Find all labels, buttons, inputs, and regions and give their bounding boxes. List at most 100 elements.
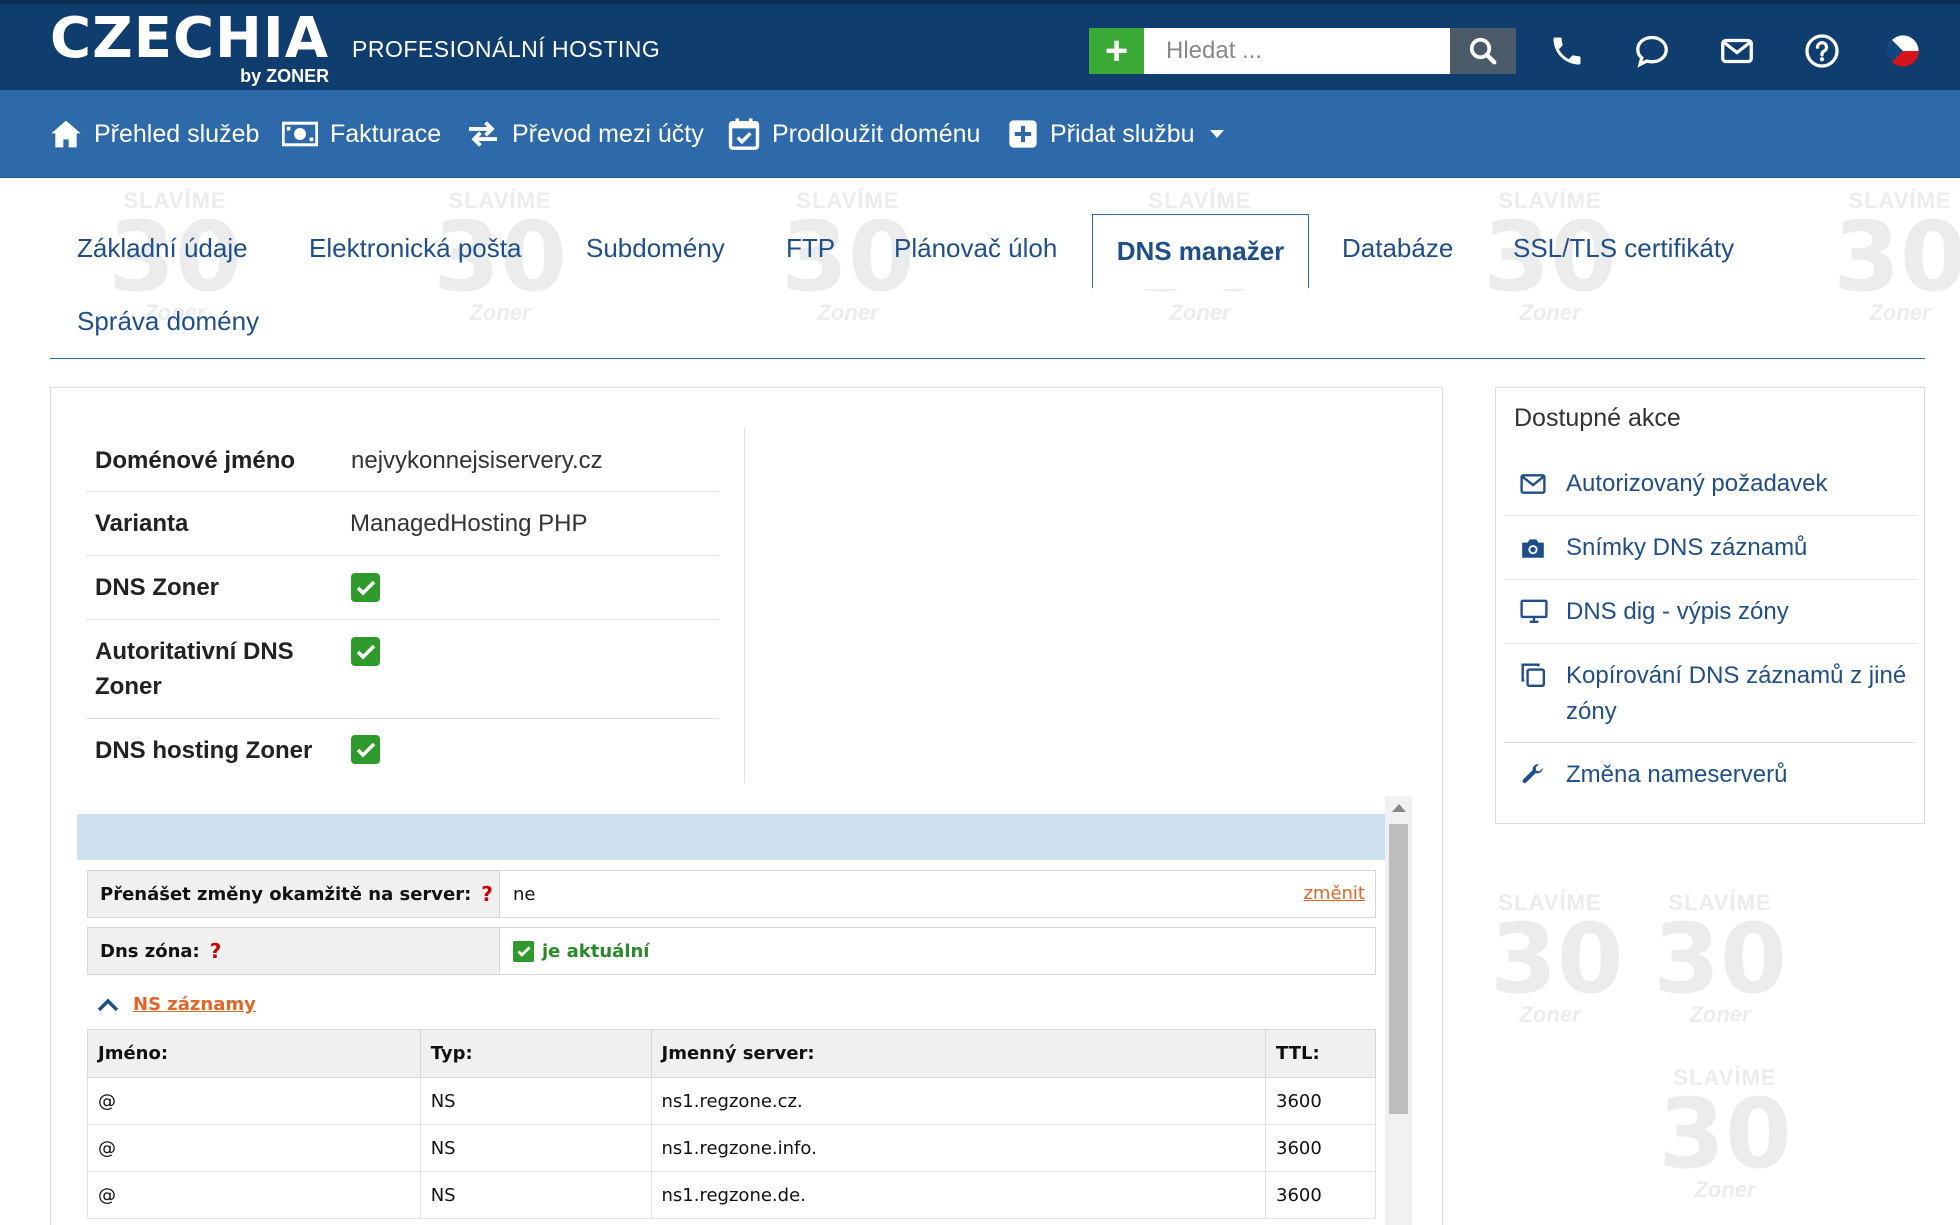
variant-label: Varianta (95, 510, 189, 537)
domain-name-value: nejvykonnejsiservery.cz (351, 447, 603, 474)
watermark: SLAVÍME30Zoner (1653, 890, 1787, 1027)
cell-name: @ (87, 1077, 421, 1125)
nav-item-billing[interactable]: Fakturace (282, 90, 441, 178)
search-input[interactable] (1144, 28, 1450, 74)
check-icon (351, 573, 380, 602)
add-button[interactable]: + (1089, 28, 1144, 74)
actions-title: Dostupné akce (1514, 404, 1681, 432)
search-button[interactable] (1450, 28, 1516, 74)
action-change-nameservers[interactable]: Změna nameserverů (1504, 743, 1916, 807)
cell-nameserver: ns1.regzone.cz. (650, 1077, 1267, 1125)
info-row-dns-zoner: DNS Zoner (86, 556, 719, 620)
mail-icon[interactable] (1716, 30, 1758, 72)
authoritative-dns-label-line1: Autoritativní DNS (95, 638, 294, 665)
nav-item-label: Prodloužit doménu (772, 119, 981, 148)
check-icon (513, 940, 534, 962)
chat-icon[interactable] (1631, 30, 1673, 72)
help-icon[interactable] (1801, 30, 1843, 72)
chevron-up-icon (97, 998, 119, 1011)
frame-header-band (77, 814, 1385, 860)
search-icon (1469, 37, 1497, 65)
cell-nameserver: ns1.regzone.de. (650, 1171, 1267, 1219)
envelope-icon (1520, 470, 1546, 505)
info-row-domain: Doménové jméno nejvykonnejsiservery.cz (86, 428, 719, 492)
check-icon (351, 637, 380, 666)
cell-name: @ (87, 1124, 421, 1172)
tab-databases[interactable]: Databáze (1342, 233, 1453, 264)
monitor-icon (1520, 598, 1548, 633)
cell-type: NS (419, 1124, 652, 1172)
nav-item-label: Fakturace (330, 119, 442, 148)
watermark: SLAVÍME30Zoner (1658, 1065, 1792, 1202)
nav-item-add-service[interactable]: Přidat službu (1008, 90, 1225, 178)
help-question-icon[interactable]: ? (210, 939, 222, 963)
phone-icon[interactable] (1546, 30, 1588, 72)
action-authorized-request[interactable]: Autorizovaný požadavek (1504, 452, 1916, 516)
plus-square-icon (1009, 120, 1037, 148)
tab-basic-info[interactable]: Základní údaje (77, 233, 248, 264)
info-row-variant: Varianta ManagedHosting PHP (86, 492, 719, 556)
cell-ttl: 3600 (1265, 1171, 1376, 1219)
tabs-divider (50, 358, 1925, 359)
action-dns-snapshots[interactable]: Snímky DNS záznamů (1504, 516, 1916, 580)
wrench-icon (1520, 761, 1546, 797)
domain-name-label: Doménové jméno (95, 447, 296, 474)
frame-scrollbar[interactable] (1385, 796, 1412, 1225)
table-row: @ NS ns1.regzone.de. 3600 (87, 1171, 1376, 1219)
column-header: Jmenný server: (650, 1029, 1267, 1078)
nav-item-transfer[interactable]: Převod mezi účty (466, 90, 704, 178)
tab-email[interactable]: Elektronická pošta (309, 233, 521, 264)
cell-ttl: 3600 (1265, 1124, 1376, 1172)
column-header: TTL: (1265, 1029, 1376, 1078)
table-header-row: Jméno: Typ: Jmenný server: TTL: (87, 1029, 1376, 1078)
check-icon (351, 735, 380, 764)
transfer-changes-row: Přenášet změny okamžitě na server:? ne z… (87, 870, 1376, 918)
dns-zone-label: Dns zóna:? (88, 928, 500, 974)
ns-records-link[interactable]: NS záznamy (133, 994, 256, 1015)
tab-subdomains[interactable]: Subdomény (586, 233, 725, 264)
ns-records-toggle[interactable]: NS záznamy (97, 994, 256, 1015)
czech-flag-icon[interactable] (1882, 30, 1924, 72)
nav-item-renew-domain[interactable]: Prodloužit doménu (728, 90, 980, 178)
nav-item-services[interactable]: Přehled služeb (50, 90, 259, 178)
logo-text: CZECHIA (50, 6, 330, 71)
tab-scheduler[interactable]: Plánovač úloh (894, 233, 1057, 264)
logo[interactable]: CZECHIA by ZONER (50, 6, 330, 87)
dns-zoner-label: DNS Zoner (95, 574, 220, 601)
info-row-authoritative-dns: Autoritativní DNS Zoner (86, 620, 719, 719)
table-row: @ NS ns1.regzone.cz. 3600 (87, 1077, 1376, 1125)
caret-down-icon (1209, 130, 1224, 138)
billing-icon (282, 121, 318, 147)
table-row: @ NS ns1.regzone.info. 3600 (87, 1124, 1376, 1172)
watermark: SLAVÍME30Zoner (1490, 890, 1624, 1027)
main-nav: Přehled služeb Fakturace Převod mezi účt… (0, 90, 1960, 178)
info-row-dns-hosting: DNS hosting Zoner (86, 719, 719, 783)
calendar-check-icon (728, 118, 760, 150)
nav-item-label: Přehled služeb (94, 119, 260, 148)
tab-ftp[interactable]: FTP (786, 233, 835, 264)
tab-ssl-tls[interactable]: SSL/TLS certifikáty (1513, 233, 1734, 264)
tab-dns-manager[interactable]: DNS manažer (1092, 214, 1309, 289)
tagline: PROFESIONÁLNÍ HOSTING (352, 36, 661, 62)
nav-item-label: Přidat službu (1050, 119, 1195, 148)
tab-domain-management[interactable]: Správa domény (77, 306, 259, 337)
camera-icon (1520, 534, 1546, 569)
transfer-changes-value: ne (513, 883, 536, 905)
action-copy-dns-records[interactable]: Kopírování DNS záznamů z jiné zóny (1504, 644, 1916, 743)
action-dns-dig[interactable]: DNS dig - výpis zóny (1504, 580, 1916, 644)
available-actions-panel: Dostupné akce Autorizovaný požadavek Sní… (1495, 387, 1925, 824)
column-header: Jméno: (87, 1029, 421, 1078)
dns-zone-status: je aktuální (513, 928, 649, 974)
dns-manager-frame[interactable]: Přenášet změny okamžitě na server:? ne z… (77, 796, 1412, 1225)
cell-ttl: 3600 (1265, 1077, 1376, 1125)
change-link[interactable]: změnit (1303, 883, 1365, 904)
home-icon (51, 120, 81, 148)
scroll-up-arrow[interactable] (1392, 804, 1406, 812)
scroll-thumb[interactable] (1389, 824, 1408, 1114)
column-header: Typ: (419, 1029, 652, 1078)
logo-subtext: by ZONER (240, 66, 330, 86)
dns-hosting-label: DNS hosting Zoner (95, 737, 313, 764)
info-divider (744, 428, 745, 783)
copy-icon (1520, 662, 1546, 698)
help-question-icon[interactable]: ? (481, 882, 493, 906)
